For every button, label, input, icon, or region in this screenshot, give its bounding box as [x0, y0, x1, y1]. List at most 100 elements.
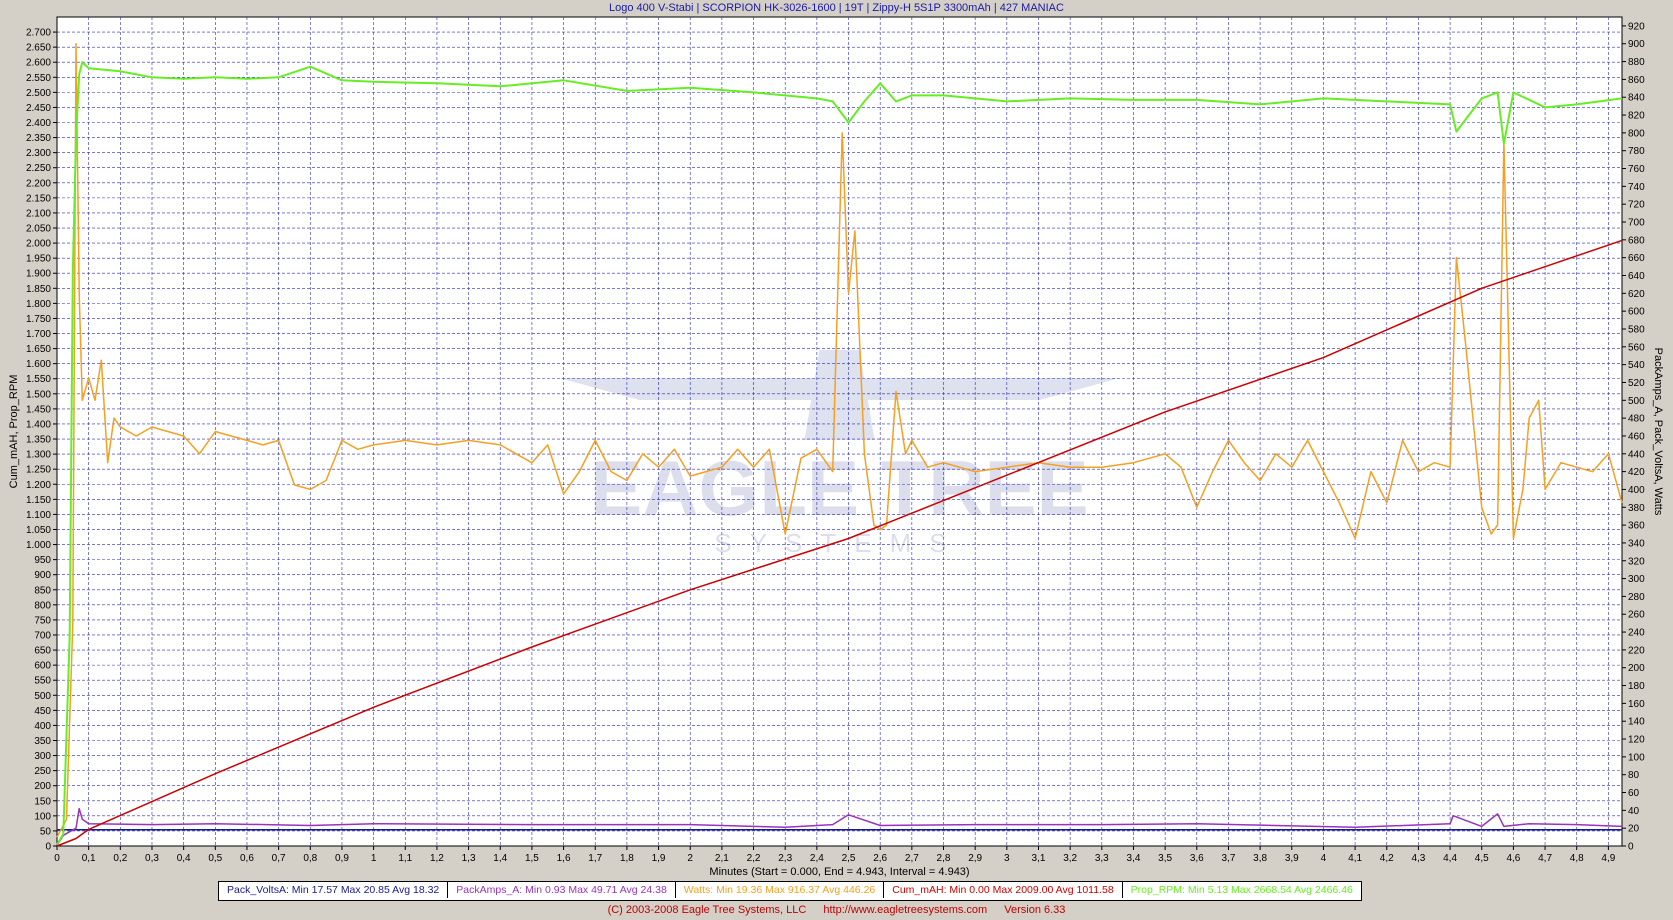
x-tick-label: 0,3 [145, 853, 159, 864]
y-right-tick-label: 880 [1628, 57, 1645, 68]
y-left-tick-label: 750 [34, 615, 51, 626]
y-right-tick-label: 120 [1628, 735, 1645, 746]
x-tick-label: 4,7 [1538, 853, 1552, 864]
y-left-tick-label: 1.750 [26, 314, 51, 325]
x-tick-label: 0,8 [303, 853, 317, 864]
x-tick-label: 0,1 [82, 853, 96, 864]
y-left-tick-label: 2.300 [26, 148, 51, 159]
x-tick-label: 0,5 [208, 853, 222, 864]
y-right-tick-label: 180 [1628, 681, 1645, 692]
x-tick-label: 4,2 [1380, 853, 1394, 864]
website-url[interactable]: http://www.eagletreesystems.com [823, 904, 987, 916]
y-left-tick-label: 1.550 [26, 374, 51, 385]
y-right-tick-label: 320 [1628, 556, 1645, 567]
x-tick-label: 2,1 [715, 853, 729, 864]
x-tick-label: 1 [371, 853, 377, 864]
y-right-tick-label: 660 [1628, 253, 1645, 264]
x-tick-label: 3,4 [1127, 853, 1141, 864]
y-left-tick-label: 2.650 [26, 43, 51, 54]
y-right-tick-label: 20 [1628, 824, 1640, 835]
y-left-tick-label: 900 [34, 570, 51, 581]
y-right-tick-label: 400 [1628, 485, 1645, 496]
y-right-tick-label: 100 [1628, 752, 1645, 763]
y-left-tick-label: 950 [34, 555, 51, 566]
x-tick-label: 1,9 [652, 853, 666, 864]
y-right-tick-label: 280 [1628, 592, 1645, 603]
y-left-tick-label: 800 [34, 600, 51, 611]
watermark-text: EAGLE TREE [590, 444, 1088, 532]
x-tick-label: 3,3 [1095, 853, 1109, 864]
y-right-tick-label: 540 [1628, 360, 1645, 371]
y-right-tick-label: 600 [1628, 307, 1645, 318]
y-left-tick-label: 1.250 [26, 465, 51, 476]
x-tick-label: 0,7 [272, 853, 286, 864]
x-tick-label: 0,6 [240, 853, 254, 864]
y-right-tick-label: 440 [1628, 449, 1645, 460]
y-left-tick-label: 600 [34, 661, 51, 672]
y-right-tick-label: 760 [1628, 164, 1645, 175]
x-axis-title: Minutes (Start = 0.000, End = 4.943, Int… [709, 866, 969, 878]
x-tick-label: 4,4 [1443, 853, 1457, 864]
y-right-tick-label: 580 [1628, 324, 1645, 335]
y-right-tick-label: 40 [1628, 806, 1640, 817]
y-right-tick-label: 620 [1628, 289, 1645, 300]
y-left-tick-label: 300 [34, 751, 51, 762]
y-left-tick-label: 1.350 [26, 435, 51, 446]
chart-plot: EAGLE TREESYSTEMS 0 0,1 0,2 0,3 0,4 0,5 0,6 0,7 0… [8, 16, 1664, 878]
y-left-tick-label: 0 [45, 842, 51, 853]
y-left-tick-label: 200 [34, 781, 51, 792]
y-left-tick-label: 2.200 [26, 178, 51, 189]
x-tick-label: 4,9 [1601, 853, 1615, 864]
y-right-tick-label: 560 [1628, 342, 1645, 353]
y-left-tick-label: 1.800 [26, 299, 51, 310]
y-right-tick-label: 500 [1628, 396, 1645, 407]
x-tick-label: 2,5 [842, 853, 856, 864]
y-left-tick-label: 1.500 [26, 389, 51, 400]
x-tick-label: 0,4 [177, 853, 191, 864]
y-right-tick-label: 80 [1628, 770, 1640, 781]
y-left-tick-label: 2.700 [26, 28, 51, 39]
x-tick-label: 2,7 [905, 853, 919, 864]
y-right-tick-label: 0 [1628, 842, 1634, 853]
y-left-tick-label: 1.950 [26, 254, 51, 265]
x-tick-label: 1,6 [557, 853, 571, 864]
y-right-tick-label: 60 [1628, 788, 1640, 799]
y-right-tick-label: 340 [1628, 538, 1645, 549]
x-tick-label: 2,4 [810, 853, 824, 864]
y-left-tick-label: 400 [34, 721, 51, 732]
y-left-tick-label: 2.400 [26, 118, 51, 129]
y-left-tick-label: 100 [34, 811, 51, 822]
y-left-tick-label: 2.350 [26, 133, 51, 144]
x-tick-label: 4,8 [1570, 853, 1584, 864]
y-right-tick-label: 140 [1628, 717, 1645, 728]
y-right-tick-label: 220 [1628, 645, 1645, 656]
x-tick-label: 2,9 [968, 853, 982, 864]
y-right-tick-label: 480 [1628, 414, 1645, 425]
x-tick-label: 3,5 [1158, 853, 1172, 864]
y-left-tick-label: 2.450 [26, 103, 51, 114]
x-tick-label: 1,7 [588, 853, 602, 864]
y-left-tick-label: 2.050 [26, 224, 51, 235]
version-text: Version 6.33 [1004, 904, 1066, 916]
y-left-tick-label: 2.550 [26, 73, 51, 84]
y-left-tick-label: 1.900 [26, 269, 51, 280]
watermark-subtext: SYSTEMS [714, 528, 964, 558]
legend-item-prop-rpm: Prop_RPM: Min 5.13 Max 2668.54 Avg 2466.… [1130, 884, 1353, 896]
y-right-tick-label: 780 [1628, 146, 1645, 157]
y-left-tick-label: 1.450 [26, 404, 51, 415]
y-right-tick-label: 640 [1628, 271, 1645, 282]
y-left-tick-label: 1.600 [26, 359, 51, 370]
x-tick-label: 1,8 [620, 853, 634, 864]
y-left-tick-label: 500 [34, 691, 51, 702]
y-right-tick-label: 240 [1628, 628, 1645, 639]
x-tick-label: 4,6 [1506, 853, 1520, 864]
y-left-tick-label: 150 [34, 796, 51, 807]
y-left-tick-label: 700 [34, 630, 51, 641]
x-tick-label: 4,3 [1411, 853, 1425, 864]
y-right-tick-label: 860 [1628, 75, 1645, 86]
y-left-tick-label: 2.600 [26, 58, 51, 69]
y-right-tick-label: 680 [1628, 235, 1645, 246]
y-axis-left-title: Cum_mAH, Prop_RPM [8, 375, 20, 489]
y-left-tick-label: 2.500 [26, 88, 51, 99]
y-left-tick-label: 650 [34, 646, 51, 657]
